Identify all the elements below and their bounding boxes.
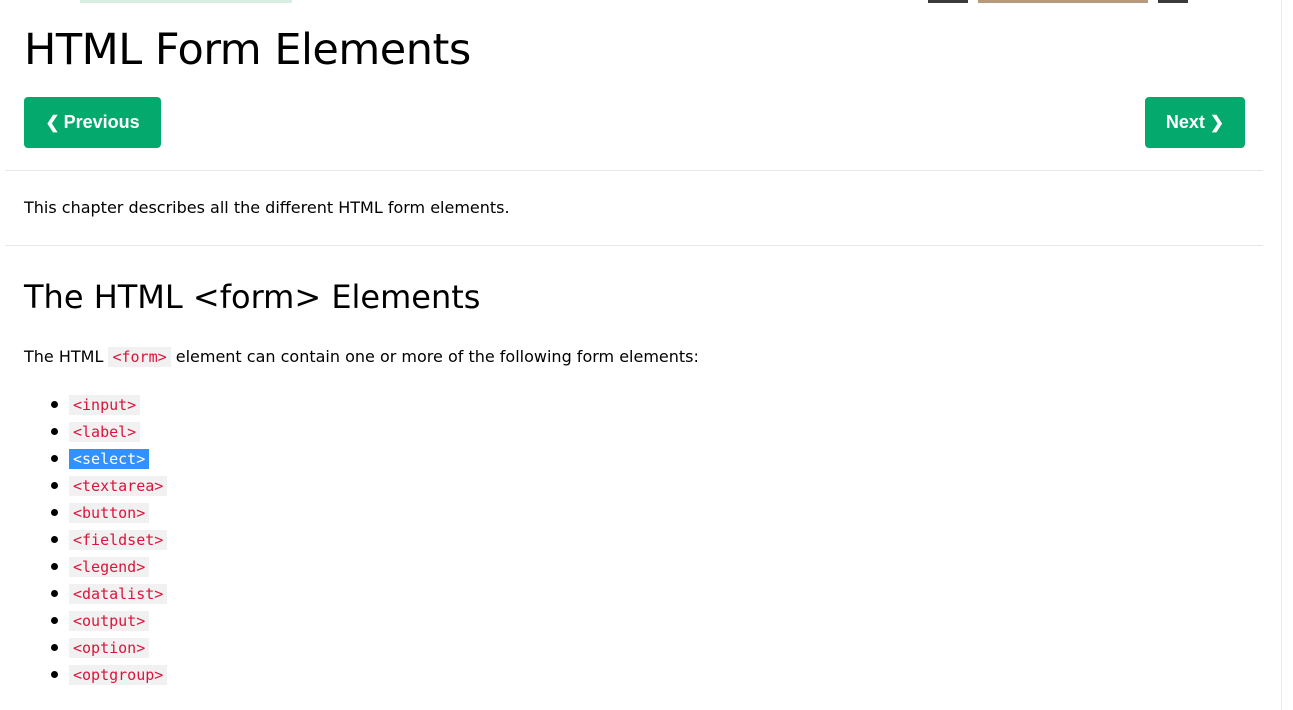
top-banner-strip: [0, 0, 1282, 3]
element-code: <select>: [69, 448, 150, 469]
element-code: <input>: [69, 394, 141, 415]
bullet-icon: [51, 671, 58, 678]
list-item: <fieldset>: [24, 526, 168, 553]
previous-button[interactable]: ❮ Previous: [24, 97, 161, 148]
element-code: <option>: [69, 637, 150, 658]
form-elements-list: <input> <label> <select> <textarea> <button>…: [24, 391, 168, 688]
banner-segment: [1158, 0, 1188, 3]
page-title: HTML Form Elements: [24, 25, 471, 75]
next-button[interactable]: Next ❯: [1145, 97, 1245, 148]
list-item: <textarea>: [24, 472, 168, 499]
list-item: <select>: [24, 445, 150, 472]
bullet-icon: [51, 563, 58, 570]
list-item: <option>: [24, 634, 150, 661]
previous-button-label: Previous: [63, 112, 140, 132]
element-code: <output>: [69, 610, 150, 631]
divider: [5, 170, 1263, 171]
element-code: <textarea>: [69, 475, 168, 496]
bullet-icon: [51, 401, 58, 408]
bullet-icon: [51, 455, 58, 462]
banner-segment: [978, 0, 1148, 3]
bullet-icon: [51, 509, 58, 516]
intro-text: This chapter describes all the different…: [24, 198, 510, 217]
list-item: <button>: [24, 499, 150, 526]
banner-segment: [928, 0, 968, 3]
next-button-label: Next: [1165, 112, 1205, 132]
bullet-icon: [51, 482, 58, 489]
inline-code-form: <form>: [108, 347, 171, 367]
list-item: <input>: [24, 391, 141, 418]
paragraph-text: The HTML: [24, 347, 109, 366]
paragraph-text: element can contain one or more of the f…: [170, 347, 699, 366]
list-item: <datalist>: [24, 580, 168, 607]
element-code: <fieldset>: [69, 529, 168, 550]
chevron-left-icon: ❮: [45, 112, 60, 132]
element-code: <optgroup>: [69, 664, 168, 685]
bullet-icon: [51, 428, 58, 435]
element-code: <button>: [69, 502, 150, 523]
banner-segment: [80, 0, 292, 3]
list-item: <optgroup>: [24, 661, 168, 688]
page-scrollbar[interactable]: [1281, 0, 1293, 710]
chevron-right-icon: ❯: [1209, 112, 1225, 132]
bullet-icon: [51, 644, 58, 651]
element-code: <datalist>: [69, 583, 168, 604]
bullet-icon: [51, 590, 58, 597]
section-paragraph: The HTML <form> element can contain one …: [24, 345, 699, 369]
list-item: <label>: [24, 418, 141, 445]
section-heading: The HTML <form> Elements: [24, 278, 481, 316]
list-item: <legend>: [24, 553, 150, 580]
element-code: <legend>: [69, 556, 150, 577]
element-code: <label>: [69, 421, 141, 442]
list-item: <output>: [24, 607, 150, 634]
bullet-icon: [51, 617, 58, 624]
bullet-icon: [51, 536, 58, 543]
divider: [5, 245, 1263, 246]
